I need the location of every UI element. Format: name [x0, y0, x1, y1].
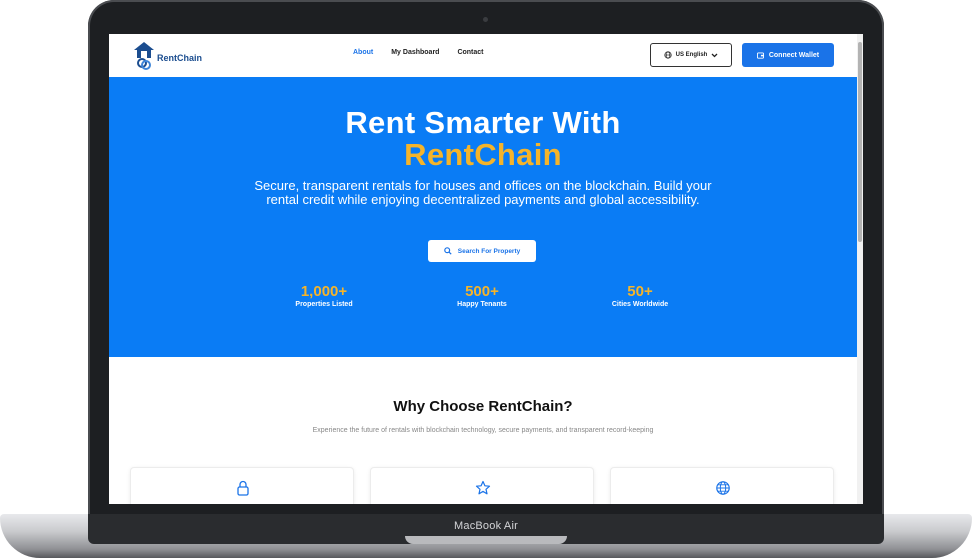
screen: RentChain About My Dashboard Contact US … [109, 34, 863, 504]
stat-tenants: 500+ Happy Tenants [422, 283, 542, 308]
stat-label: Happy Tenants [457, 301, 507, 308]
connect-wallet-label: Connect Wallet [768, 51, 820, 59]
navbar: RentChain About My Dashboard Contact US … [109, 34, 857, 77]
section-subtitle: Experience the future of rentals with bl… [312, 427, 654, 434]
stat-value: 1,000+ [300, 283, 348, 300]
camera-icon [483, 17, 488, 22]
globe-icon [716, 481, 730, 495]
search-property-button[interactable]: Search For Property [428, 240, 536, 262]
section-title: Why Choose RentChain? [393, 398, 573, 415]
feature-card [610, 467, 834, 504]
laptop-notch [405, 536, 567, 544]
hero-section: Rent Smarter With RentChain Secure, tran… [109, 77, 857, 357]
language-select[interactable]: US English [650, 43, 732, 67]
stat-properties: 1,000+ Properties Listed [264, 283, 384, 308]
star-icon [475, 480, 491, 495]
feature-card [370, 467, 594, 504]
chevron-down-icon [711, 53, 718, 57]
search-icon [443, 247, 452, 255]
scrollbar[interactable] [857, 34, 863, 504]
logo-house-icon [134, 42, 154, 70]
stat-cities: 50+ Cities Worldwide [580, 283, 700, 308]
feature-card [130, 467, 354, 504]
language-label: US English [675, 52, 708, 58]
hero-subtitle: Secure, transparent rentals for houses a… [254, 178, 712, 207]
logo[interactable]: RentChain [133, 40, 202, 70]
wallet-icon [756, 51, 764, 59]
nav-link-contact[interactable]: Contact [457, 49, 483, 56]
logo-text: RentChain [157, 53, 202, 63]
hero-title-brand: RentChain [404, 137, 562, 172]
nav-link-dashboard[interactable]: My Dashboard [391, 49, 439, 56]
connect-wallet-button[interactable]: Connect Wallet [742, 43, 834, 67]
scrollbar-thumb[interactable] [858, 42, 862, 242]
hero-title: Rent Smarter With [345, 105, 621, 140]
stat-label: Properties Listed [295, 301, 353, 308]
stat-label: Cities Worldwide [611, 301, 669, 308]
device-label: MacBook Air [454, 520, 518, 532]
search-property-label: Search For Property [457, 247, 521, 255]
stat-value: 50+ [627, 283, 653, 300]
nav-links: About My Dashboard Contact [353, 49, 484, 56]
stat-value: 500+ [465, 283, 499, 300]
nav-link-about[interactable]: About [353, 49, 373, 56]
globe-icon [664, 51, 672, 59]
lock-icon [237, 480, 249, 496]
